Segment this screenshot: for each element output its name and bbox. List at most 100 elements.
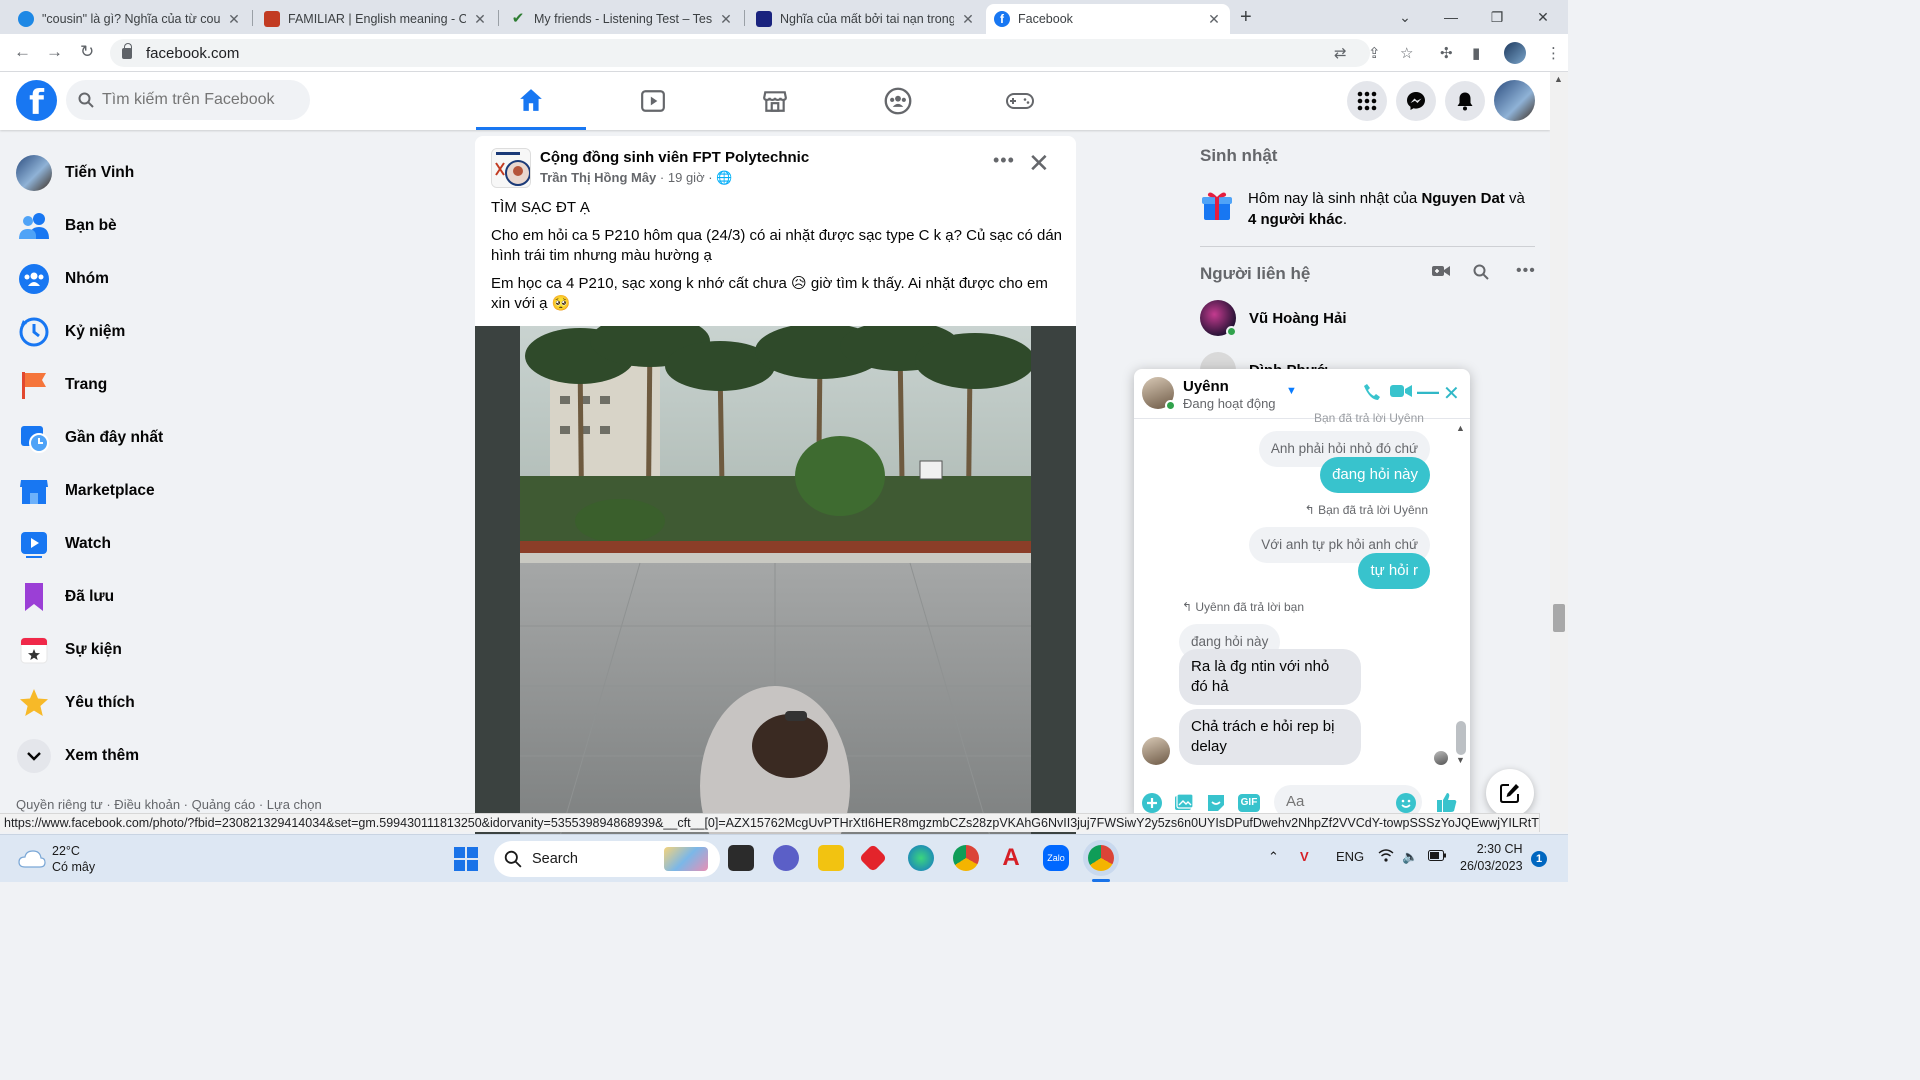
browser-profile-avatar[interactable] <box>1504 42 1526 64</box>
nav-marketplace[interactable] <box>720 72 830 130</box>
phone-call-icon[interactable] <box>1363 383 1381 406</box>
post-photo[interactable] <box>520 326 1031 836</box>
sidebar-item-saved[interactable]: Đã lưu <box>8 570 448 623</box>
birthday-name[interactable]: Nguyen Dat <box>1421 190 1504 207</box>
browser-tab[interactable]: ✔ My friends - Listening Test – Test ✕ <box>502 4 742 34</box>
chrome-active-icon[interactable] <box>1088 845 1114 871</box>
scroll-up-icon[interactable]: ▲ <box>1456 423 1465 433</box>
group-name[interactable]: Cộng đồng sinh viên FPT Polytechnic <box>540 149 809 166</box>
translate-icon[interactable]: ⇄ <box>1334 44 1347 62</box>
post-author[interactable]: Trần Thị Hồng Mây <box>540 170 656 185</box>
footer-links[interactable]: Quyền riêng tư · Điều khoản · Quảng cáo … <box>16 797 322 812</box>
zalo-icon[interactable]: Zalo <box>1043 845 1069 871</box>
tab-close-icon[interactable]: ✕ <box>472 11 488 28</box>
notifications-button[interactable] <box>1445 81 1485 121</box>
birthday-others[interactable]: 4 người khác <box>1248 211 1343 228</box>
post-time[interactable]: 19 giờ <box>668 170 705 185</box>
chrome-icon[interactable] <box>953 845 979 871</box>
account-avatar[interactable] <box>1494 80 1535 121</box>
my-message[interactable]: đang hỏi này <box>1320 457 1430 493</box>
sidebar-item-pages[interactable]: Trang <box>8 358 448 411</box>
reload-icon[interactable]: ↻ <box>80 42 94 62</box>
browser-tab[interactable]: Nghĩa của mất bởi tai nạn trong ✕ <box>748 4 984 34</box>
tray-chevron-up-icon[interactable]: ⌃ <box>1268 849 1279 865</box>
my-message[interactable]: tự hỏi r <box>1358 553 1430 589</box>
tab-close-icon[interactable]: ✕ <box>960 11 976 28</box>
sidebar-item-most-recent[interactable]: Gần đây nhất <box>8 411 448 464</box>
chat-scroll-thumb[interactable] <box>1456 721 1466 755</box>
their-message[interactable]: Ra là đg ntin với nhỏ đó hả <box>1179 649 1361 705</box>
volume-icon[interactable]: 🔈 <box>1402 849 1418 865</box>
page-scroll-thumb[interactable] <box>1553 604 1565 632</box>
sidebar-item-favorites[interactable]: Yêu thích <box>8 676 448 729</box>
address-bar[interactable]: facebook.com <box>110 39 1370 67</box>
acrobat-icon[interactable]: A <box>998 845 1024 871</box>
chrome-menu-icon[interactable]: ⋮ <box>1546 44 1561 62</box>
their-message[interactable]: Chả trách e hỏi rep bị delay <box>1179 709 1361 765</box>
lock-icon[interactable] <box>122 42 132 59</box>
tab-close-icon[interactable]: ✕ <box>1206 11 1222 28</box>
facebook-search-box[interactable] <box>66 80 310 120</box>
notification-badge[interactable]: 1 <box>1531 851 1547 867</box>
sidebar-item-groups[interactable]: Nhóm <box>8 252 448 305</box>
tab-close-icon[interactable]: ✕ <box>226 11 242 28</box>
file-explorer-icon[interactable] <box>818 845 844 871</box>
close-window-button[interactable]: ✕ <box>1520 4 1566 30</box>
close-icon[interactable]: ✕ <box>1028 148 1050 179</box>
birthday-notice[interactable]: Hôm nay là sinh nhật của Nguyen Dat và 4… <box>1200 188 1535 230</box>
search-input[interactable] <box>102 91 302 109</box>
chevron-down-icon[interactable]: ▼ <box>1286 385 1297 397</box>
nav-groups[interactable] <box>843 72 953 130</box>
extensions-puzzle-icon[interactable]: ✣ <box>1440 44 1453 62</box>
wifi-icon[interactable] <box>1378 849 1394 865</box>
side-panel-icon[interactable]: ▮ <box>1472 44 1480 62</box>
scroll-up-icon[interactable]: ▲ <box>1554 74 1563 84</box>
menu-grid-button[interactable] <box>1347 81 1387 121</box>
search-icon[interactable] <box>1473 264 1489 285</box>
group-avatar[interactable] <box>491 148 531 188</box>
new-tab-button[interactable]: + <box>1240 6 1252 29</box>
sidebar-item-friends[interactable]: Bạn bè <box>8 199 448 252</box>
sidebar-item-see-more[interactable]: Xem thêm <box>8 729 448 782</box>
tray-app-icon[interactable]: V <box>1300 849 1309 864</box>
sidebar-item-memories[interactable]: Kỷ niệm <box>8 305 448 358</box>
video-call-icon[interactable] <box>1390 383 1412 404</box>
app-red-diamond-icon[interactable] <box>858 843 888 873</box>
minimize-button[interactable]: — <box>1428 4 1474 30</box>
chat-contact-name[interactable]: Uyênn <box>1183 378 1229 395</box>
contact-item[interactable]: Vũ Hoàng Hải <box>1200 300 1347 337</box>
more-options-icon[interactable]: ••• <box>993 150 1015 171</box>
maximize-button[interactable]: ❐ <box>1474 4 1520 30</box>
chat-scrollbar[interactable]: ▲ ▼ <box>1454 419 1466 769</box>
gif-icon[interactable]: GIF <box>1238 794 1260 812</box>
nav-gaming[interactable] <box>965 72 1075 130</box>
minimize-chat-icon[interactable]: — <box>1417 379 1439 405</box>
page-scrollbar[interactable]: ▲ <box>1550 72 1568 832</box>
tab-close-icon[interactable]: ✕ <box>718 11 734 28</box>
teams-chat-icon[interactable] <box>773 845 799 871</box>
bookmark-star-icon[interactable]: ☆ <box>1400 44 1413 62</box>
sidebar-item-events[interactable]: Sự kiện <box>8 623 448 676</box>
close-chat-icon[interactable]: ✕ <box>1443 381 1460 406</box>
back-arrow-icon[interactable]: ← <box>14 42 31 62</box>
battery-icon[interactable] <box>1428 849 1446 864</box>
weather-widget[interactable]: 22°C Có mây <box>18 843 95 875</box>
edge-browser-icon[interactable] <box>908 845 934 871</box>
taskbar-search[interactable]: Search <box>494 841 720 877</box>
share-icon[interactable]: ⇪ <box>1368 44 1381 62</box>
forward-arrow-icon[interactable]: → <box>46 42 63 62</box>
browser-tab[interactable]: "cousin" là gì? Nghĩa của từ cous ✕ <box>10 4 250 34</box>
chat-avatar[interactable] <box>1142 377 1176 411</box>
nav-watch[interactable] <box>598 72 708 130</box>
language-indicator[interactable]: ENG <box>1336 849 1364 864</box>
video-camera-icon[interactable] <box>1432 264 1450 283</box>
scroll-down-icon[interactable]: ▼ <box>1456 755 1465 765</box>
facebook-logo-icon[interactable]: f <box>16 80 57 123</box>
nav-home[interactable] <box>476 72 586 130</box>
system-clock[interactable]: 2:30 CH 26/03/2023 <box>1460 841 1523 875</box>
messenger-button[interactable] <box>1396 81 1436 121</box>
browser-tab[interactable]: FAMILIAR | English meaning - Cam ✕ <box>256 4 496 34</box>
new-message-button[interactable] <box>1486 769 1534 817</box>
tab-search-icon[interactable]: ⌄ <box>1382 4 1428 30</box>
sidebar-item-marketplace[interactable]: Marketplace <box>8 464 448 517</box>
